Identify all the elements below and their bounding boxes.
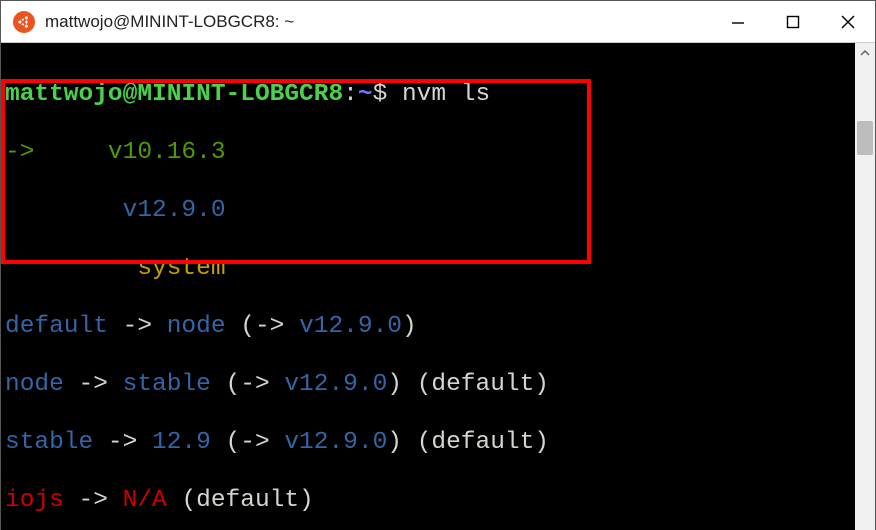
paren-close: ) xyxy=(387,371,402,398)
vertical-scrollbar[interactable] xyxy=(855,43,875,530)
arrow: -> xyxy=(123,313,152,340)
output-line: v12.9.0 xyxy=(5,196,855,225)
maximize-button[interactable] xyxy=(765,1,820,43)
default-alias: default xyxy=(5,313,108,340)
window-title: mattwojo@MININT-LOBGCR8: ~ xyxy=(45,12,710,32)
default-marker: (default) xyxy=(417,371,549,398)
minimize-button[interactable] xyxy=(710,1,765,43)
v10-current: v10.16.3 xyxy=(108,139,226,166)
prompt-path: ~ xyxy=(358,81,373,108)
iojs-alias: iojs xyxy=(5,487,64,514)
stable-alias: stable xyxy=(5,429,93,456)
paren-open: (-> xyxy=(226,371,270,398)
window-titlebar[interactable]: mattwojo@MININT-LOBGCR8: ~ xyxy=(1,1,875,43)
prompt-line-1: mattwojo@MININT-LOBGCR8:~$ nvm ls xyxy=(5,80,855,109)
na-label: N/A xyxy=(123,487,167,514)
v12-ref: v12.9.0 xyxy=(299,313,402,340)
current-arrow: -> xyxy=(5,139,34,166)
typed-command: nvm ls xyxy=(402,81,490,108)
paren-close: ) xyxy=(387,429,402,456)
default-marker: (default) xyxy=(417,429,549,456)
scrollbar-thumb[interactable] xyxy=(857,121,873,155)
paren-open: (-> xyxy=(240,313,284,340)
window-controls xyxy=(710,1,875,43)
prompt-user-host: mattwojo@MININT-LOBGCR8 xyxy=(5,81,343,108)
scroll-up-icon[interactable] xyxy=(855,43,875,63)
close-button[interactable] xyxy=(820,1,875,43)
v12-ref: v12.9.0 xyxy=(284,429,387,456)
arrow: -> xyxy=(79,487,108,514)
terminal-area: mattwojo@MININT-LOBGCR8:~$ nvm ls -> v10… xyxy=(1,43,875,530)
paren-close: ) xyxy=(402,313,417,340)
v12-ref: v12.9.0 xyxy=(284,371,387,398)
output-line: default -> node (-> v12.9.0) xyxy=(5,312,855,341)
terminal-window: mattwojo@MININT-LOBGCR8: ~ mattwojo@MINI… xyxy=(0,0,876,530)
output-line: node -> stable (-> v12.9.0) (default) xyxy=(5,370,855,399)
arrow: -> xyxy=(79,371,108,398)
default-marker: (default) xyxy=(181,487,313,514)
arrow: -> xyxy=(108,429,137,456)
prompt-dollar: $ xyxy=(373,81,388,108)
output-line: stable -> 12.9 (-> v12.9.0) (default) xyxy=(5,428,855,457)
v12-label: v12.9.0 xyxy=(123,197,226,224)
node-label: node xyxy=(167,313,226,340)
ubuntu-icon xyxy=(13,11,35,33)
stable-label: stable xyxy=(123,371,211,398)
output-line: iojs -> N/A (default) xyxy=(5,486,855,515)
terminal-content[interactable]: mattwojo@MININT-LOBGCR8:~$ nvm ls -> v10… xyxy=(1,43,855,530)
twelve9-label: 12.9 xyxy=(152,429,211,456)
prompt-sep: : xyxy=(343,81,358,108)
paren-open: (-> xyxy=(226,429,270,456)
system-label: system xyxy=(137,255,225,282)
output-line: -> v10.16.3 xyxy=(5,138,855,167)
output-line: system xyxy=(5,254,855,283)
node-alias: node xyxy=(5,371,64,398)
